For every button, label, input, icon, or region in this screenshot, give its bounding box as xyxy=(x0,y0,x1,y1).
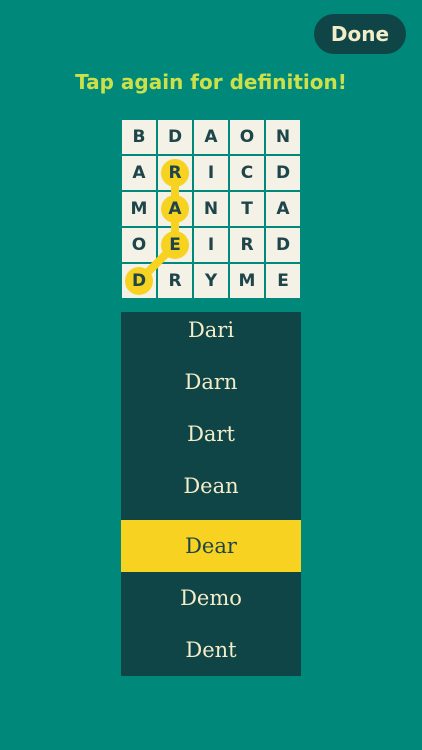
grid-letter: A xyxy=(132,163,146,183)
grid-letter: A xyxy=(168,199,182,219)
grid-cell-r3-c1[interactable]: E xyxy=(158,228,192,262)
grid-cell-r0-c4[interactable]: N xyxy=(266,120,300,154)
grid-letter: R xyxy=(168,271,182,291)
word-item[interactable]: Darn xyxy=(121,364,301,416)
grid-letter: C xyxy=(240,163,254,183)
grid-letter: R xyxy=(240,235,254,255)
grid-letter: T xyxy=(241,199,253,219)
grid-letter: O xyxy=(131,235,147,255)
word-list[interactable]: Dari Darn Dart Dean Dear Demo Dent xyxy=(121,312,301,676)
grid-cell-r3-c2[interactable]: I xyxy=(194,228,228,262)
grid-letter: D xyxy=(275,163,291,183)
grid-letter: I xyxy=(207,235,215,255)
grid-letter: D xyxy=(167,127,183,147)
word-item-selected[interactable]: Dear xyxy=(121,520,301,572)
grid-letter: A xyxy=(276,199,290,219)
grid-cell-r1-c0[interactable]: A xyxy=(122,156,156,190)
grid-cell-r0-c1[interactable]: D xyxy=(158,120,192,154)
word-item[interactable]: Dari xyxy=(121,312,301,364)
grid-letter: E xyxy=(169,235,181,255)
grid-cell-r2-c2[interactable]: N xyxy=(194,192,228,226)
letter-grid: BDAONARICDMANTAOEIRDDRYME xyxy=(120,118,302,300)
grid-cell-r1-c2[interactable]: I xyxy=(194,156,228,190)
grid-cell-r2-c3[interactable]: T xyxy=(230,192,264,226)
grid-letter: D xyxy=(275,235,291,255)
word-item[interactable]: Dent xyxy=(121,624,301,676)
grid-letter: M xyxy=(130,199,148,219)
grid-cell-r0-c0[interactable]: B xyxy=(122,120,156,154)
grid-letter: B xyxy=(132,127,146,147)
grid-letter: Y xyxy=(204,271,218,291)
word-item[interactable]: Dart xyxy=(121,416,301,468)
grid-cell-r0-c2[interactable]: A xyxy=(194,120,228,154)
grid-letter: R xyxy=(168,163,182,183)
grid-cell-r2-c1[interactable]: A xyxy=(158,192,192,226)
grid-letter: A xyxy=(204,127,218,147)
grid-letter: N xyxy=(203,199,219,219)
grid-cell-r2-c4[interactable]: A xyxy=(266,192,300,226)
grid-cell-r4-c3[interactable]: M xyxy=(230,264,264,298)
grid-letter: M xyxy=(238,271,256,291)
grid-cell-r1-c1[interactable]: R xyxy=(158,156,192,190)
grid-letter: N xyxy=(275,127,291,147)
done-button[interactable]: Done xyxy=(314,14,406,54)
grid-cell-r3-c0[interactable]: O xyxy=(122,228,156,262)
grid-letter: D xyxy=(131,271,147,291)
grid-letter: I xyxy=(207,163,215,183)
game-screen: Done Tap again for definition! BDAONARIC… xyxy=(0,0,422,750)
word-item[interactable]: Dean xyxy=(121,468,301,520)
grid-cell-r4-c4[interactable]: E xyxy=(266,264,300,298)
grid-cell-r1-c4[interactable]: D xyxy=(266,156,300,190)
grid-cell-r3-c4[interactable]: D xyxy=(266,228,300,262)
grid-letter: O xyxy=(239,127,255,147)
instruction-text: Tap again for definition! xyxy=(75,70,347,94)
grid-cell-r0-c3[interactable]: O xyxy=(230,120,264,154)
grid-cell-r4-c2[interactable]: Y xyxy=(194,264,228,298)
grid-cell-r4-c1[interactable]: R xyxy=(158,264,192,298)
grid-cell-r1-c3[interactable]: C xyxy=(230,156,264,190)
grid-cell-r2-c0[interactable]: M xyxy=(122,192,156,226)
grid-cell-r4-c0[interactable]: D xyxy=(122,264,156,298)
grid-letter: E xyxy=(277,271,289,291)
word-item[interactable]: Demo xyxy=(121,572,301,624)
grid-cell-r3-c3[interactable]: R xyxy=(230,228,264,262)
